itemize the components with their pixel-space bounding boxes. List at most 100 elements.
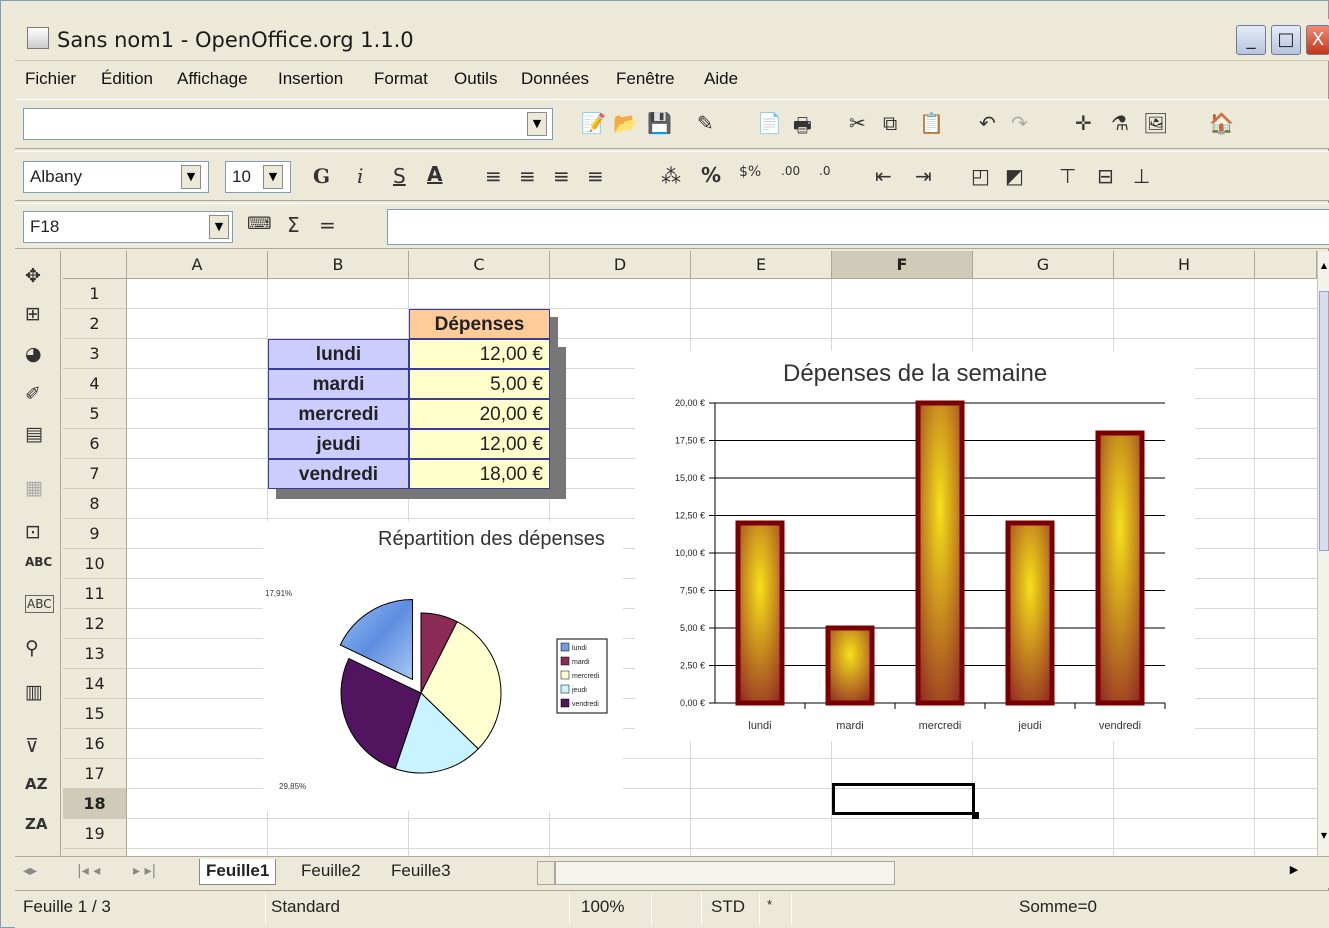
tab-feuille2[interactable]: Feuille2 [295, 859, 367, 885]
undo-icon[interactable]: ↶ [979, 111, 996, 135]
row-header-3[interactable]: 3 [63, 339, 127, 369]
column-header-f[interactable]: F [832, 251, 973, 279]
autospellcheck-icon[interactable]: ABC [25, 595, 54, 613]
decrease-indent-icon[interactable]: ⇤ [875, 164, 892, 188]
spellcheck-icon[interactable]: ABC [25, 555, 52, 569]
underline-button[interactable]: S [393, 164, 406, 188]
tab-nav-next-icon[interactable]: ▸ ▸| [133, 863, 156, 879]
print-icon[interactable]: 🖶 [793, 111, 812, 145]
column-header-d[interactable]: D [550, 251, 691, 279]
paste-icon[interactable]: 📋 [919, 111, 944, 135]
scroll-thumb[interactable] [1319, 291, 1329, 551]
menu-donnees[interactable]: Données [521, 69, 589, 89]
row-header-13[interactable]: 13 [63, 639, 127, 669]
data-source-browser-icon[interactable]: ▥ [25, 681, 43, 703]
data-sources-icon[interactable]: 🏠 [1209, 111, 1234, 135]
add-decimal-icon[interactable]: .00 [781, 164, 800, 178]
row-header-19[interactable]: 19 [63, 819, 127, 849]
open-folder-icon[interactable]: 📂 [613, 111, 638, 135]
row-header-9[interactable]: 9 [63, 519, 127, 549]
menu-edition[interactable]: Édition [101, 69, 153, 89]
find-replace-icon[interactable]: ⚲ [25, 637, 39, 659]
menu-outils[interactable]: Outils [454, 69, 497, 89]
table-cell-day[interactable]: mercredi [268, 399, 409, 429]
cut-icon[interactable]: ✂ [849, 111, 866, 135]
remove-decimal-icon[interactable]: .0 [819, 164, 830, 178]
copy-icon[interactable]: ⧉ [883, 111, 897, 135]
vertical-scrollbar[interactable]: ▲ ▼ [1317, 251, 1329, 856]
menu-fichier[interactable]: Fichier [25, 69, 76, 89]
row-header-12[interactable]: 12 [63, 609, 127, 639]
font-size-dropdown-arrow[interactable]: ▼ [263, 165, 283, 189]
tab-feuille1[interactable]: Feuille1 [199, 859, 277, 885]
tab-splitter[interactable] [537, 861, 555, 885]
align-center-icon[interactable]: ≡ [519, 164, 536, 188]
row-header-7[interactable]: 7 [63, 459, 127, 489]
column-header-e[interactable]: E [691, 251, 832, 279]
select-all-corner[interactable] [63, 251, 127, 279]
gallery-icon[interactable]: 🖼 [1143, 111, 1168, 135]
table-cell-day[interactable]: mardi [268, 369, 409, 399]
table-cell-amount[interactable]: 18,00 € [409, 459, 550, 489]
italic-button[interactable]: i [357, 164, 363, 188]
insert-icon[interactable]: ✥ [25, 265, 41, 287]
maximize-button[interactable]: □ [1271, 25, 1301, 55]
show-draw-functions-icon[interactable]: ✐ [25, 383, 41, 405]
table-cell-amount[interactable]: 12,00 € [409, 339, 550, 369]
form-functions-icon[interactable]: ▤ [25, 423, 43, 445]
column-header-a[interactable]: A [127, 251, 268, 279]
row-header-8[interactable]: 8 [63, 489, 127, 519]
standard-format-icon[interactable]: $% [739, 164, 761, 180]
row-header-2[interactable]: 2 [63, 309, 127, 339]
menu-format[interactable]: Format [374, 69, 428, 89]
font-name-dropdown-arrow[interactable]: ▼ [181, 165, 201, 189]
tab-nav-prev-icon[interactable]: |◂ ◂ [77, 863, 100, 879]
table-cell-amount[interactable]: 20,00 € [409, 399, 550, 429]
align-left-icon[interactable]: ≡ [485, 164, 502, 188]
row-header-14[interactable]: 14 [63, 669, 127, 699]
menu-affichage[interactable]: Affichage [177, 69, 248, 89]
increase-indent-icon[interactable]: ⇥ [915, 164, 932, 188]
font-color-button[interactable]: A [427, 162, 442, 186]
edit-file-icon[interactable]: 📝 [581, 111, 606, 135]
column-header-overflow[interactable] [1255, 251, 1317, 279]
formula-input[interactable] [387, 209, 1329, 245]
bar-mardi[interactable] [825, 625, 875, 706]
close-button[interactable]: X [1306, 25, 1329, 55]
text-edit-icon[interactable]: ▦ [25, 477, 43, 499]
row-header-1[interactable]: 1 [63, 279, 127, 309]
menu-fenetre[interactable]: Fenêtre [616, 69, 675, 89]
row-header-10[interactable]: 10 [63, 549, 127, 579]
fill-handle[interactable] [972, 812, 979, 819]
scroll-down-arrow[interactable]: ▼ [1319, 831, 1329, 845]
name-box[interactable]: F18 [23, 211, 233, 243]
background-color-icon[interactable]: ◩ [1005, 164, 1024, 188]
row-header-17[interactable]: 17 [63, 759, 127, 789]
status-mode[interactable]: STD [711, 897, 745, 917]
bar-lundi[interactable] [735, 520, 785, 706]
tab-nav-first-icon[interactable]: ◂▸ [23, 863, 37, 879]
row-header-4[interactable]: 4 [63, 369, 127, 399]
horizontal-scrollbar[interactable] [555, 861, 895, 885]
row-header-6[interactable]: 6 [63, 429, 127, 459]
row-header-15[interactable]: 15 [63, 699, 127, 729]
insert-cells-icon[interactable]: ⊞ [25, 303, 41, 325]
column-header-g[interactable]: G [973, 251, 1114, 279]
bold-button[interactable]: G [313, 164, 330, 188]
url-combobox[interactable] [23, 108, 553, 140]
table-cell-amount[interactable]: 12,00 € [409, 429, 550, 459]
autofilter-icon[interactable]: ⊽ [25, 735, 39, 757]
scroll-up-arrow[interactable]: ▲ [1319, 261, 1329, 275]
edit-mode-icon[interactable]: ✎ [697, 111, 714, 135]
justify-icon[interactable]: ≡ [587, 164, 604, 188]
bar-vendredi[interactable] [1095, 430, 1145, 706]
sum-button[interactable]: Σ [287, 213, 300, 237]
save-icon[interactable]: 💾 [647, 111, 672, 135]
borders-icon[interactable]: ◰ [971, 164, 990, 188]
navigator-icon[interactable]: ✛ [1075, 111, 1092, 135]
minimize-button[interactable]: _ [1236, 25, 1266, 55]
status-zoom[interactable]: 100% [581, 897, 624, 917]
function-autopilot-icon[interactable]: ⌨ [247, 214, 272, 234]
align-top-icon[interactable]: ⊤ [1059, 164, 1076, 188]
column-header-b[interactable]: B [268, 251, 409, 279]
